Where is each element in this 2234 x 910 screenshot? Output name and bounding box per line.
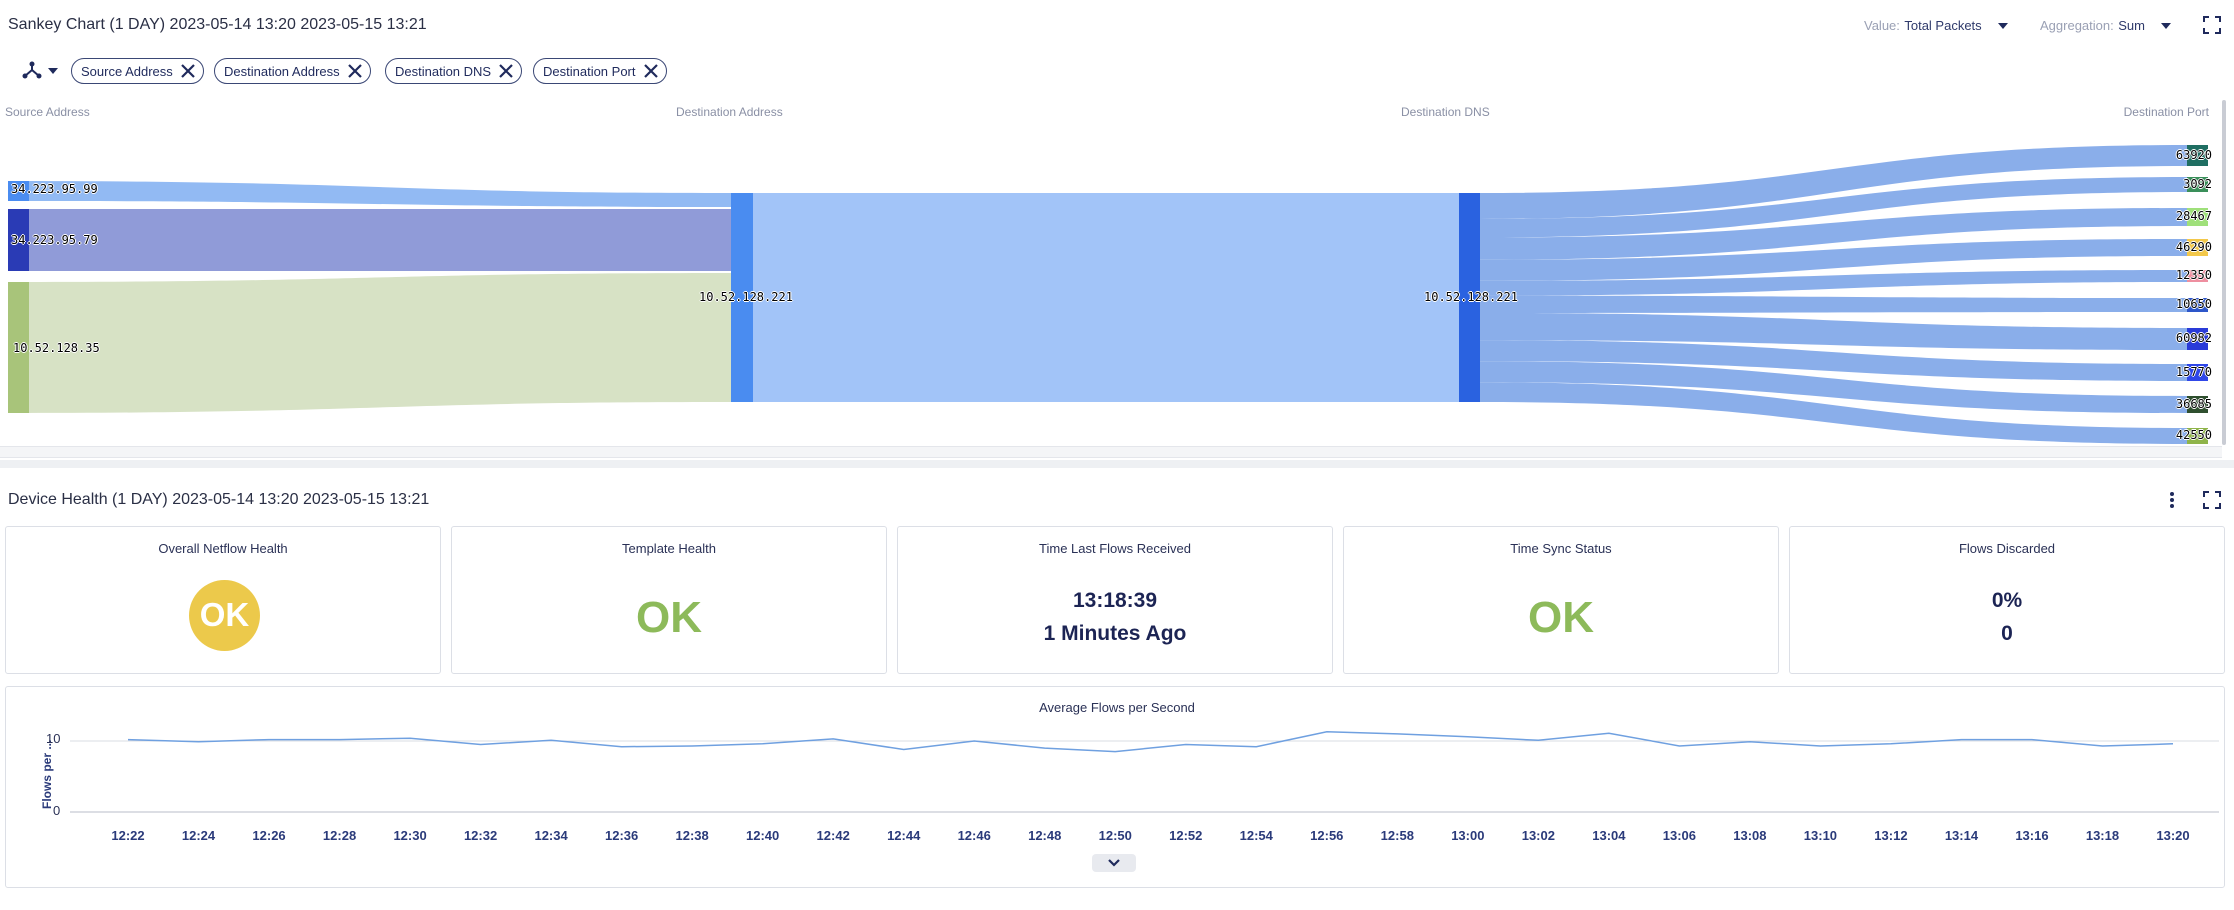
x-tick-label: 12:58 (1380, 828, 1414, 843)
x-tick-label: 12:28 (322, 828, 357, 843)
x-tick-label: 12:40 (746, 828, 780, 843)
series-line (127, 731, 2174, 753)
x-tick-label: 13:12 (1874, 828, 1908, 843)
x-tick-label: 12:36 (604, 828, 639, 843)
x-tick-label: 12:38 (675, 828, 709, 843)
x-tick-label: 13:16 (2015, 828, 2049, 843)
x-tick-label: 12:44 (887, 828, 921, 843)
x-tick-label: 13:04 (1592, 828, 1626, 843)
x-tick-label: 12:56 (1310, 828, 1344, 843)
x-tick-label: 13:06 (1662, 828, 1696, 843)
x-tick-label: 12:48 (1028, 828, 1062, 843)
x-tick-label: 12:42 (816, 828, 850, 843)
x-tick-label: 13:10 (1803, 828, 1838, 843)
x-tick-label: 12:52 (1169, 828, 1203, 843)
x-tick-label: 13:02 (1521, 828, 1555, 843)
x-tick-label: 12:22 (111, 828, 145, 843)
x-tick-label: 13:14 (1944, 828, 1979, 843)
x-tick-label: 12:50 (1098, 828, 1132, 843)
x-tick-label: 12:46 (957, 828, 991, 843)
x-tick-label: 12:24 (181, 828, 216, 843)
x-tick-label: 13:18 (2085, 828, 2120, 843)
line-chart (70, 731, 2219, 813)
x-tick-label: 13:20 (2156, 828, 2190, 843)
x-tick-label: 12:34 (534, 828, 568, 843)
x-tick-label: 12:54 (1239, 828, 1273, 843)
x-tick-label: 12:26 (252, 828, 286, 843)
expand-chart-button[interactable] (1092, 854, 1136, 872)
x-tick-label: 12:30 (393, 828, 427, 843)
x-tick-label: 12:32 (463, 828, 498, 843)
x-tick-label: 13:08 (1733, 828, 1767, 843)
x-tick-label: 13:00 (1451, 828, 1485, 843)
chevron-down-icon (1108, 859, 1120, 867)
